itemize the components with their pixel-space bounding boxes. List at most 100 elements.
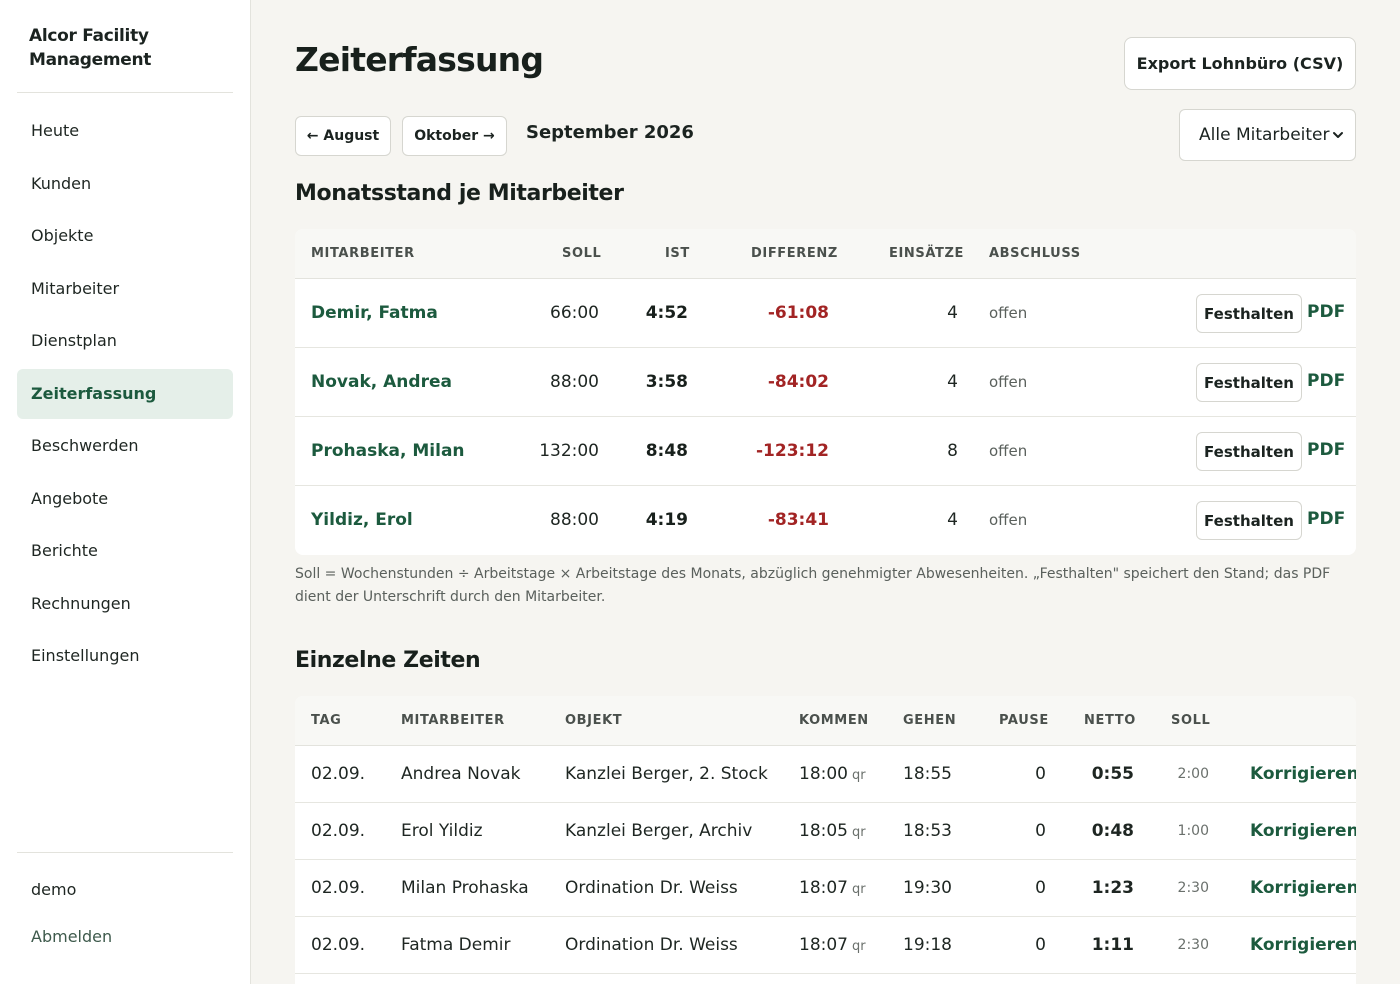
festhalten-button[interactable]: Festhalten bbox=[1196, 294, 1302, 333]
korrigieren-link[interactable]: Korrigieren bbox=[1250, 860, 1356, 916]
festhalten-button[interactable]: Festhalten bbox=[1196, 501, 1302, 540]
sidebar-item-mitarbeiter[interactable]: Mitarbeiter bbox=[17, 264, 233, 314]
sidebar-item-zeiterfassung[interactable]: Zeiterfassung bbox=[17, 368, 233, 419]
table-row: Prohaska, Milan 132:00 8:48 -123:12 8 of… bbox=[295, 417, 1356, 486]
festhalten-button[interactable]: Festhalten bbox=[1196, 363, 1302, 402]
page-title: Zeiterfassung bbox=[295, 40, 544, 79]
sidebar: Alcor Facility Management Heute Kunden O… bbox=[0, 0, 251, 984]
sidebar-item-dienstplan[interactable]: Dienstplan bbox=[17, 316, 233, 366]
table-row: Demir, Fatma 66:00 4:52 -61:08 4 offen F… bbox=[295, 279, 1356, 348]
table-row: Novak, Andrea 88:00 3:58 -84:02 4 offen … bbox=[295, 348, 1356, 417]
pdf-link[interactable]: PDF bbox=[1307, 417, 1345, 483]
kommen-value: 18:07 bbox=[799, 878, 848, 898]
ist-value: 4:19 bbox=[645, 510, 688, 530]
pdf-link[interactable]: PDF bbox=[1307, 348, 1345, 414]
column-header-einsaetze: Einsätze bbox=[889, 246, 964, 261]
soll-value: 88:00 bbox=[550, 510, 599, 530]
prev-month-button[interactable]: ← August bbox=[295, 116, 391, 156]
employee-link[interactable]: Novak, Andrea bbox=[311, 348, 452, 416]
pause-value: 0 bbox=[1035, 878, 1046, 898]
column-header-abschluss: Abschluss bbox=[989, 246, 1081, 261]
next-month-button[interactable]: Oktober → bbox=[402, 116, 507, 156]
mitarbeiter-value: Andrea Novak bbox=[401, 764, 521, 784]
korrigieren-link[interactable]: Korrigieren bbox=[1250, 803, 1356, 859]
sidebar-item-objekte[interactable]: Objekte bbox=[17, 211, 233, 261]
qr-tag: qr bbox=[852, 768, 866, 783]
objekt-value: Kanzlei Berger, 2. Stock bbox=[565, 764, 768, 784]
kommen-cell: 18:05 qr bbox=[799, 803, 866, 861]
soll-value: 2:30 bbox=[1177, 937, 1209, 953]
tag-value: 02.09. bbox=[311, 935, 366, 955]
main-content: Zeiterfassung Export Lohnbüro (CSV) ← Au… bbox=[251, 0, 1400, 984]
diff-value: -83:41 bbox=[767, 510, 829, 530]
objekt-value: Kanzlei Berger, Archiv bbox=[565, 821, 753, 841]
soll-value: 88:00 bbox=[550, 372, 599, 392]
employee-link[interactable]: Demir, Fatma bbox=[311, 279, 438, 347]
column-header-differenz: Differenz bbox=[751, 246, 838, 261]
diff-value: -123:12 bbox=[756, 441, 829, 461]
column-header-objekt: Objekt bbox=[565, 713, 623, 728]
table-row: Yildiz, Erol 88:00 4:19 -83:41 4 offen F… bbox=[295, 486, 1356, 555]
kommen-cell: 18:07 qr bbox=[799, 860, 866, 918]
einsaetze-value: 8 bbox=[947, 441, 958, 461]
ist-value: 4:52 bbox=[645, 303, 688, 323]
tag-value: 02.09. bbox=[311, 878, 366, 898]
objekt-value: Ordination Dr. Weiss bbox=[565, 878, 738, 898]
objekt-value: Ordination Dr. Weiss bbox=[565, 935, 738, 955]
netto-value: 0:55 bbox=[1091, 764, 1134, 784]
pdf-link[interactable]: PDF bbox=[1307, 486, 1345, 552]
kommen-cell: 18:07 qr bbox=[799, 917, 866, 975]
column-header-tag: Tag bbox=[311, 713, 342, 728]
employee-link[interactable]: Prohaska, Milan bbox=[311, 417, 465, 485]
logout-link[interactable]: Abmelden bbox=[31, 927, 112, 946]
employee-link[interactable]: Yildiz, Erol bbox=[311, 486, 413, 554]
employee-filter-value: Alle Mitarbeiter bbox=[1199, 125, 1330, 145]
mitarbeiter-value: Milan Prohaska bbox=[401, 878, 529, 898]
festhalten-button[interactable]: Festhalten bbox=[1196, 432, 1302, 471]
diff-value: -61:08 bbox=[767, 303, 829, 323]
table-row: 02.09. Erol Yildiz Kanzlei Berger, Archi… bbox=[295, 803, 1356, 860]
kommen-value: 18:00 bbox=[799, 764, 848, 784]
column-header-soll: Soll bbox=[1171, 713, 1211, 728]
status-badge: offen bbox=[989, 304, 1028, 322]
gehen-value: 19:30 bbox=[903, 878, 952, 898]
sidebar-nav: Heute Kunden Objekte Mitarbeiter Dienstp… bbox=[17, 106, 233, 684]
sidebar-item-beschwerden[interactable]: Beschwerden bbox=[17, 421, 233, 471]
sidebar-item-angebote[interactable]: Angebote bbox=[17, 474, 233, 524]
korrigieren-link[interactable]: Korrigieren bbox=[1250, 917, 1356, 973]
status-badge: offen bbox=[989, 373, 1028, 391]
sidebar-item-berichte[interactable]: Berichte bbox=[17, 526, 233, 576]
current-user: demo bbox=[31, 880, 77, 899]
divider bbox=[17, 852, 233, 853]
current-month-label: September 2026 bbox=[526, 122, 694, 143]
mitarbeiter-value: Fatma Demir bbox=[401, 935, 511, 955]
soll-value: 66:00 bbox=[550, 303, 599, 323]
qr-tag: qr bbox=[852, 825, 866, 840]
status-badge: offen bbox=[989, 511, 1028, 529]
table-row: 02.09. Milan Prohaska Ordination Dr. Wei… bbox=[295, 860, 1356, 917]
gehen-value: 18:53 bbox=[903, 821, 952, 841]
netto-value: 0:48 bbox=[1091, 821, 1134, 841]
column-header-pause: Pause bbox=[999, 713, 1049, 728]
korrigieren-link[interactable]: Korrigieren bbox=[1250, 746, 1356, 802]
mitarbeiter-value: Erol Yildiz bbox=[401, 821, 483, 841]
employee-filter-select[interactable]: Alle Mitarbeiter bbox=[1179, 109, 1356, 161]
export-csv-button[interactable]: Export Lohnbüro (CSV) bbox=[1124, 37, 1356, 90]
einsaetze-value: 4 bbox=[947, 372, 958, 392]
status-badge: offen bbox=[989, 442, 1028, 460]
einsaetze-value: 4 bbox=[947, 510, 958, 530]
summary-table: Mitarbeiter Soll Ist Differenz Einsätze … bbox=[295, 229, 1356, 555]
kommen-cell: 18:00 qr bbox=[799, 746, 866, 804]
soll-value: 1:00 bbox=[1177, 823, 1209, 839]
qr-tag: qr bbox=[852, 882, 866, 897]
einsaetze-value: 4 bbox=[947, 303, 958, 323]
column-header-kommen: Kommen bbox=[799, 713, 869, 728]
sidebar-item-rechnungen[interactable]: Rechnungen bbox=[17, 579, 233, 629]
column-header-netto: Netto bbox=[1084, 713, 1136, 728]
column-header-gehen: Gehen bbox=[903, 713, 957, 728]
sidebar-item-heute[interactable]: Heute bbox=[17, 106, 233, 156]
soll-value: 2:00 bbox=[1177, 766, 1209, 782]
sidebar-item-kunden[interactable]: Kunden bbox=[17, 159, 233, 209]
sidebar-item-einstellungen[interactable]: Einstellungen bbox=[17, 631, 233, 681]
pdf-link[interactable]: PDF bbox=[1307, 279, 1345, 345]
